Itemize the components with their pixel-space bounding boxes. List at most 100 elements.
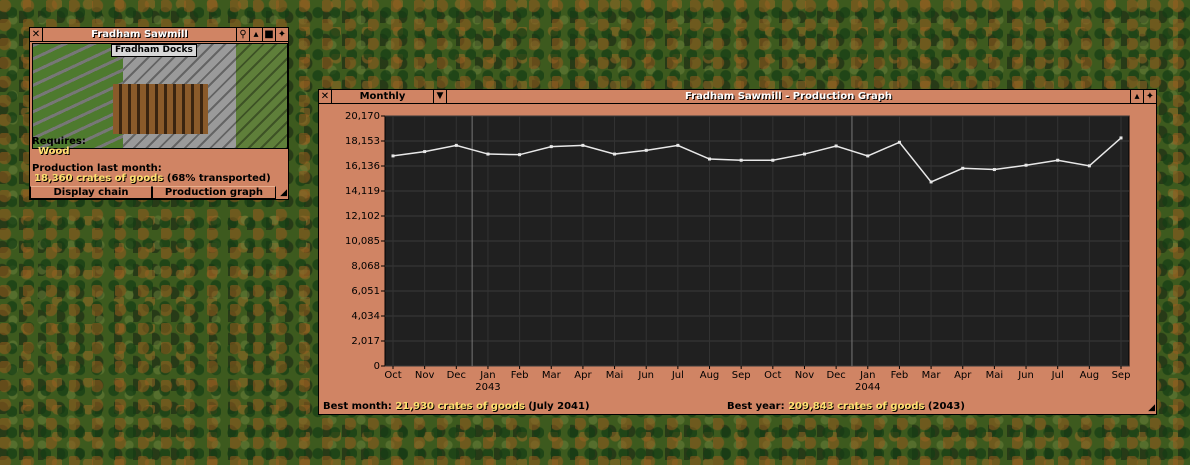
industry-window-title: Fradham Sawmill [91,29,188,40]
data-point [708,157,712,161]
graph-window-title: Fradham Sawmill - Production Graph [685,91,892,102]
x-tick-label: Jul [671,370,684,381]
production-line: 18,360 crates of goods (68% transported) [34,173,271,185]
best-year-when: (2043) [927,401,965,412]
year-label: 2043 [475,382,500,393]
best-month-value: 21,930 crates of goods [395,401,525,412]
x-tick-label: Jun [1017,370,1034,381]
year-label: 2044 [855,382,880,393]
data-point [897,140,901,144]
production-graph-button[interactable]: Production graph [152,186,276,199]
data-point [1056,158,1060,162]
requires-value: Wood [38,146,70,157]
best-month-when: (July 2041) [528,401,590,412]
y-tick-label: 16,136 [345,161,380,172]
y-tick-label: 14,119 [345,186,380,197]
best-year-line: Best year: 209,843 crates of goods (2043… [727,401,965,413]
x-tick-label: Feb [891,370,909,381]
data-point [581,143,585,147]
close-icon[interactable]: ✕ [30,28,43,41]
location-icon[interactable]: ⚲ [236,28,249,41]
y-tick-label: 2,017 [351,336,380,347]
viewport-buildings [113,84,208,134]
x-tick-label: Sep [732,370,751,381]
x-tick-label: Mar [922,370,942,381]
data-point [644,148,648,152]
y-tick-label: 6,051 [351,286,380,297]
y-tick-label: 8,068 [351,261,380,272]
collapse-icon[interactable]: ▴ [249,28,262,41]
y-tick-label: 20,170 [345,111,380,122]
x-tick-label: Aug [700,370,720,381]
data-point [613,152,617,156]
y-tick-label: 4,034 [351,311,380,322]
data-point [1087,164,1091,168]
y-tick-label: 12,102 [345,211,380,222]
data-point [486,152,490,156]
best-month-line: Best month: 21,930 crates of goods (July… [323,401,590,413]
best-year-value: 209,843 crates of goods [788,401,925,412]
data-point [1024,163,1028,167]
data-point [802,152,806,156]
production-transported: (68% transported) [166,173,271,184]
data-point [834,144,838,148]
graph-resize-handle-icon[interactable]: ◢ [1145,403,1155,413]
production-chart: 0 2,017 4,034 6,051 8,068 10,085 12,102 14,119 1… [345,111,1131,393]
best-year-label: Best year: [727,401,785,412]
data-point [929,180,933,184]
industry-window: ✕ Fradham Sawmill ⚲ ▴ ■ ✦ Fradham Docks … [29,27,289,200]
graph-close-icon[interactable]: ✕ [319,90,332,103]
data-point [454,143,458,147]
viewport-station-name: Fradham Docks [115,45,193,55]
data-point [992,168,996,172]
y-tick-label: 10,085 [345,236,380,247]
best-month-label: Best month: [323,401,392,412]
x-tick-label: Jun [637,370,654,381]
x-tick-label: Oct [384,370,401,381]
x-tick-label: Nov [795,370,815,381]
x-tick-label: Mai [986,370,1004,381]
viewport-terrain [33,44,123,148]
x-tick-label: Jul [1051,370,1064,381]
data-point [549,145,553,149]
production-value: 18,360 crates of goods [34,173,164,184]
x-tick-label: Dec [826,370,845,381]
x-tick-label: Nov [415,370,435,381]
graph-collapse-icon[interactable]: ▴ [1130,90,1143,103]
defsize-icon[interactable]: ■ [262,28,275,41]
period-dropdown[interactable]: Monthly ▼ [332,90,447,103]
x-tick-label: Mai [606,370,624,381]
graph-window-titlebar[interactable]: ✕ Monthly ▼ Fradham Sawmill - Production… [319,90,1156,104]
x-tick-label: Sep [1112,370,1131,381]
sticky-pin-icon[interactable]: ✦ [275,28,288,41]
x-tick-label: Dec [447,370,466,381]
data-point [391,154,395,158]
data-point [961,166,965,170]
display-chain-button[interactable]: Display chain [30,186,152,199]
y-tick-label: 0 [374,361,380,372]
data-point [676,143,680,147]
x-tick-label: Feb [511,370,529,381]
industry-window-titlebar[interactable]: ✕ Fradham Sawmill ⚲ ▴ ■ ✦ [30,28,288,42]
y-tick-label: 18,153 [345,136,380,147]
production-graph-window: ✕ Monthly ▼ Fradham Sawmill - Production… [318,89,1157,415]
data-point [739,158,743,162]
x-tick-label: Jan [479,370,495,381]
period-dropdown-value: Monthly [359,91,406,102]
data-point [518,153,522,157]
x-tick-label: Apr [954,370,972,381]
x-tick-label: Aug [1080,370,1100,381]
x-tick-label: Jan [859,370,875,381]
graph-sticky-pin-icon[interactable]: ✦ [1143,90,1156,103]
data-point [866,154,870,158]
resize-handle-icon[interactable]: ◢ [277,188,287,198]
data-point [1119,136,1123,140]
x-tick-label: Apr [574,370,592,381]
x-tick-label: Mar [542,370,562,381]
industry-viewport[interactable]: Fradham Docks [32,43,288,149]
data-point [771,158,775,162]
x-tick-label: Oct [764,370,781,381]
data-point [423,150,427,154]
chevron-down-icon[interactable]: ▼ [433,90,446,103]
viewport-station-label: Fradham Docks [111,44,197,57]
